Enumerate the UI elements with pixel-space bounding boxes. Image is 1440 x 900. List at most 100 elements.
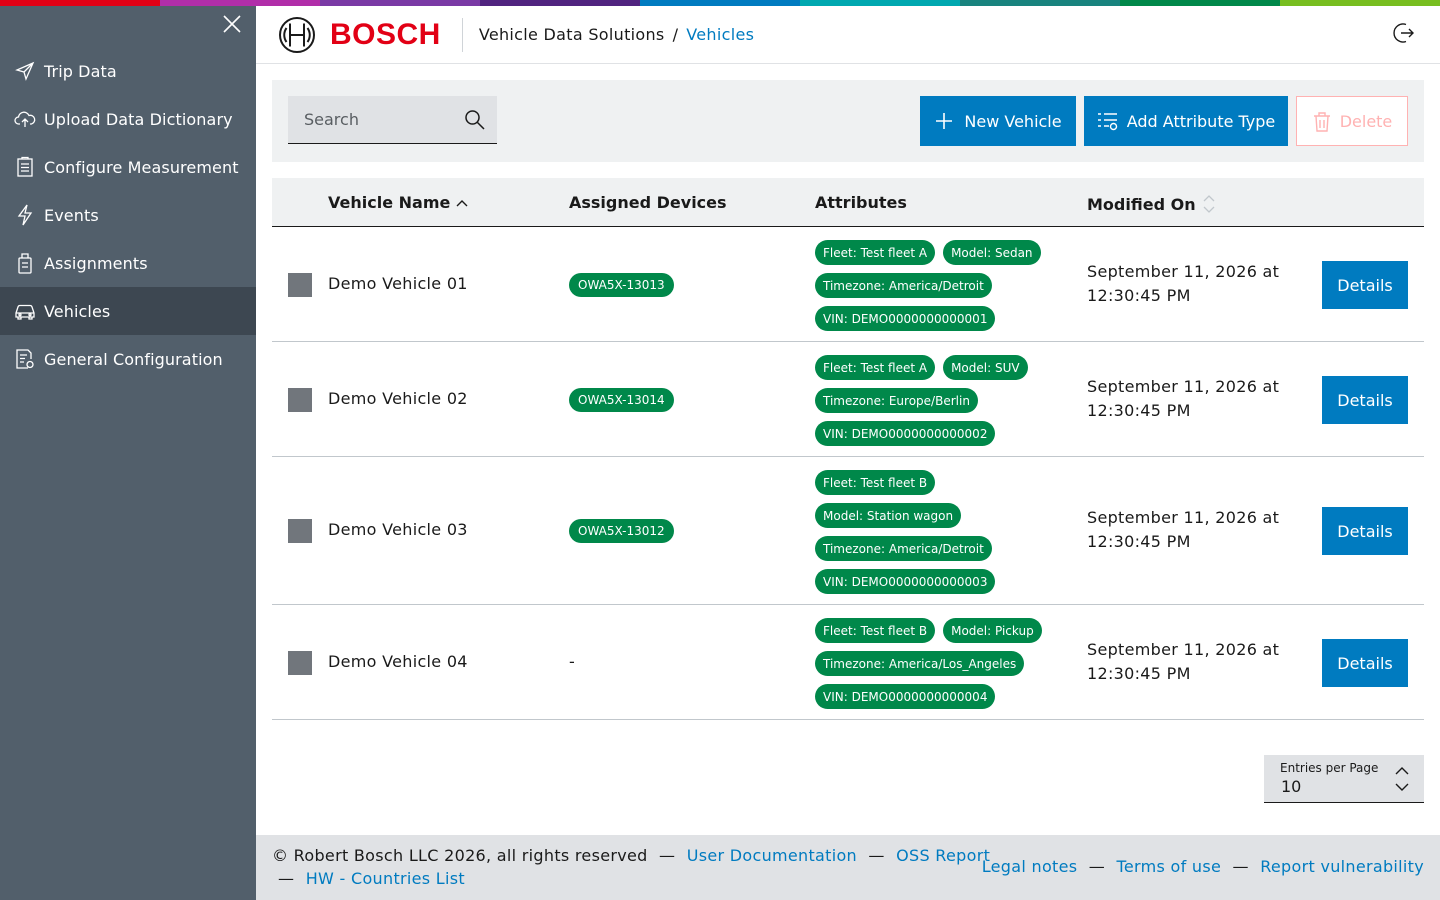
footer: © Robert Bosch LLC 2026, all rights rese…	[256, 835, 1440, 900]
row-checkbox[interactable]	[288, 273, 312, 297]
modified-date: September 11, 2026 at	[1087, 508, 1280, 527]
vehicle-name: Demo Vehicle 04	[328, 652, 468, 671]
supergraphic-segment	[160, 0, 320, 6]
modified-date: September 11, 2026 at	[1087, 640, 1280, 659]
supergraphic-segment	[320, 0, 480, 6]
oss-report-link[interactable]: OSS Report	[896, 846, 990, 865]
footer-separator: —	[868, 846, 885, 865]
footer-right: Legal notes — Terms of use — Report vuln…	[982, 857, 1424, 876]
sidebar: Trip Data Upload Data Dictionary Configu…	[0, 0, 256, 900]
breadcrumb-separator: /	[672, 25, 679, 44]
sidebar-item-events[interactable]: Events	[0, 191, 256, 239]
breadcrumb-root[interactable]: Vehicle Data Solutions	[479, 25, 665, 44]
toolbar: New Vehicle Add Attribute Type Delete	[272, 80, 1424, 162]
sidebar-item-vehicles[interactable]: Vehicles	[0, 287, 256, 335]
supergraphic-segment	[800, 0, 960, 6]
search-field[interactable]	[288, 96, 497, 144]
add-attribute-type-label: Add Attribute Type	[1126, 111, 1276, 131]
attribute-chip: Fleet: Test fleet B	[815, 470, 936, 495]
attribute-chip: VIN: DEMO0000000000004	[815, 684, 996, 709]
bosch-armature-icon	[279, 16, 315, 53]
legal-notes-link[interactable]: Legal notes	[982, 857, 1078, 876]
supergraphic-segment	[960, 0, 1120, 6]
paper-plane-icon	[14, 60, 36, 82]
attribute-chip: Model: SUV	[943, 355, 1028, 380]
attribute-list-icon	[1097, 111, 1117, 131]
column-header-modified-on[interactable]: Modified On	[1087, 193, 1216, 215]
sidebar-item-upload-data-dictionary[interactable]: Upload Data Dictionary	[0, 95, 256, 143]
modified-on: September 11, 2026 at 12:30:45 PM	[1087, 638, 1287, 686]
delete-label: Delete	[1339, 111, 1393, 131]
sidebar-item-general-configuration[interactable]: General Configuration	[0, 335, 256, 383]
vehicle-name: Demo Vehicle 01	[328, 274, 468, 293]
breadcrumb-current: Vehicles	[686, 25, 755, 44]
table-row: Demo Vehicle 04 - Fleet: Test fleet B Mo…	[272, 605, 1424, 720]
supergraphic-segment	[640, 0, 800, 6]
entries-per-page-select[interactable]: Entries per Page 10	[1264, 755, 1424, 803]
add-attribute-type-button[interactable]: Add Attribute Type	[1084, 96, 1288, 146]
column-header-vehicle-name[interactable]: Vehicle Name	[328, 193, 468, 212]
sidebar-item-label: Configure Measurement	[44, 157, 239, 177]
sidebar-item-trip-data[interactable]: Trip Data	[0, 47, 256, 95]
column-header-label: Modified On	[1087, 194, 1196, 214]
attribute-chip: Timezone: Europe/Berlin	[815, 388, 978, 413]
copyright-text: © Robert Bosch LLC 2026, all rights rese…	[272, 846, 648, 865]
footer-separator: —	[278, 869, 295, 888]
details-button[interactable]: Details	[1322, 639, 1408, 687]
attribute-list: Fleet: Test fleet B Model: Pickup Timezo…	[815, 618, 1065, 717]
logout-icon[interactable]	[1392, 21, 1416, 45]
attribute-list: Fleet: Test fleet B Model: Station wagon…	[815, 470, 1065, 602]
modified-time: 12:30:45 PM	[1087, 532, 1191, 551]
entries-per-page-value: 10	[1281, 777, 1302, 796]
attribute-chip: Timezone: America/Detroit	[815, 273, 992, 298]
header-divider	[461, 17, 463, 52]
attribute-chip: Timezone: America/Los_Angeles	[815, 651, 1025, 676]
column-header-label: Assigned Devices	[569, 193, 727, 212]
device-assign-icon	[14, 252, 36, 274]
up-down-chevron-icon	[1394, 766, 1410, 792]
sidebar-item-label: Events	[44, 205, 99, 225]
sidebar-item-label: Vehicles	[44, 301, 111, 321]
details-button[interactable]: Details	[1322, 376, 1408, 424]
main-content: BOSCH Vehicle Data Solutions / Vehicles …	[256, 0, 1440, 900]
row-checkbox[interactable]	[288, 388, 312, 412]
close-icon[interactable]	[220, 12, 244, 36]
entries-per-page-label: Entries per Page	[1280, 761, 1379, 775]
new-vehicle-button[interactable]: New Vehicle	[920, 96, 1076, 146]
report-vulnerability-link[interactable]: Report vulnerability	[1260, 857, 1424, 876]
hw-countries-list-link[interactable]: HW - Countries List	[306, 869, 465, 888]
user-documentation-link[interactable]: User Documentation	[687, 846, 857, 865]
lightning-icon	[14, 204, 36, 226]
footer-separator: —	[1088, 857, 1106, 876]
modified-on: September 11, 2026 at 12:30:45 PM	[1087, 506, 1287, 554]
footer-separator: —	[1232, 857, 1249, 876]
config-doc-icon	[14, 348, 36, 370]
footer-left-line-1: © Robert Bosch LLC 2026, all rights rese…	[272, 846, 990, 865]
terms-of-use-link[interactable]: Terms of use	[1116, 857, 1221, 876]
attribute-chip: VIN: DEMO0000000000003	[815, 569, 996, 594]
attribute-list: Fleet: Test fleet A Model: Sedan Timezon…	[815, 240, 1065, 339]
table-row: Demo Vehicle 02 OWA5X-13014 Fleet: Test …	[272, 342, 1424, 457]
attribute-chip: Model: Sedan	[943, 240, 1041, 265]
bosch-logo[interactable]: BOSCH	[278, 15, 441, 55]
table-row: Demo Vehicle 03 OWA5X-13012 Fleet: Test …	[272, 457, 1424, 605]
details-button[interactable]: Details	[1322, 261, 1408, 309]
brand-name: BOSCH	[330, 17, 441, 51]
footer-separator: —	[659, 846, 676, 865]
search-icon[interactable]	[463, 108, 487, 132]
search-input[interactable]	[304, 110, 454, 129]
vehicles-table: Vehicle Name Assigned Devices Attributes…	[272, 178, 1424, 720]
details-button[interactable]: Details	[1322, 507, 1408, 555]
new-vehicle-label: New Vehicle	[964, 111, 1062, 131]
row-checkbox[interactable]	[288, 519, 312, 543]
car-icon	[14, 300, 36, 322]
device-tag: OWA5X-13013	[569, 273, 674, 297]
cloud-upload-icon	[14, 108, 36, 130]
row-checkbox[interactable]	[288, 651, 312, 675]
sidebar-item-configure-measurement[interactable]: Configure Measurement	[0, 143, 256, 191]
modified-on: September 11, 2026 at 12:30:45 PM	[1087, 375, 1287, 423]
delete-button[interactable]: Delete	[1296, 96, 1408, 146]
sidebar-item-assignments[interactable]: Assignments	[0, 239, 256, 287]
attribute-chip: Fleet: Test fleet A	[815, 355, 936, 380]
attribute-chip: Timezone: America/Detroit	[815, 536, 992, 561]
